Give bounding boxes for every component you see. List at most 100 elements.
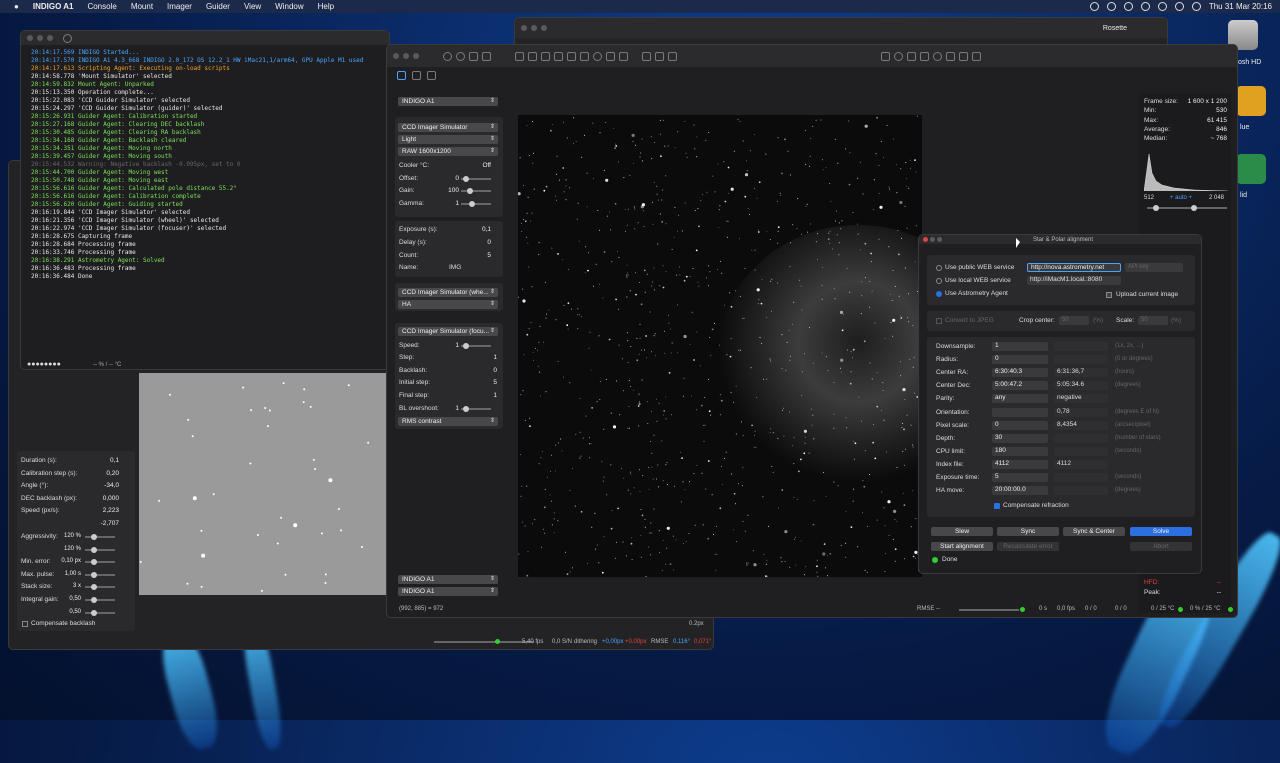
- backlash-value[interactable]: 0: [447, 367, 497, 374]
- pause-icon[interactable]: [554, 51, 563, 61]
- compensate-backlash-checkbox[interactable]: [22, 621, 28, 627]
- name-value[interactable]: IMG: [449, 264, 461, 271]
- gamma-slider[interactable]: [461, 201, 491, 207]
- close-button[interactable]: [27, 35, 33, 41]
- param-input[interactable]: 0: [992, 355, 1048, 365]
- save-icon[interactable]: [528, 51, 537, 61]
- status-icon[interactable]: [1123, 2, 1133, 11]
- eye-icon[interactable]: [593, 51, 602, 61]
- menu-mount[interactable]: Mount: [131, 2, 153, 11]
- prev-icon[interactable]: [642, 51, 651, 61]
- tab-icon[interactable]: [412, 71, 421, 80]
- folder-icon[interactable]: [1236, 86, 1266, 116]
- fit-icon[interactable]: [907, 51, 916, 61]
- param-input[interactable]: [992, 407, 1048, 417]
- param-input[interactable]: 1: [992, 342, 1048, 351]
- guider-slider[interactable]: [85, 546, 115, 553]
- save-icon[interactable]: [606, 51, 615, 61]
- camera-select[interactable]: CCD Imager Simulator: [398, 123, 498, 132]
- abort-button[interactable]: Abort: [1130, 542, 1192, 551]
- calendar-icon[interactable]: [541, 51, 550, 61]
- stop-icon[interactable]: [619, 51, 628, 61]
- guider-slider-value[interactable]: 120 %: [57, 533, 81, 539]
- bottom-server-select[interactable]: INDIGO A1: [398, 587, 498, 596]
- param-input[interactable]: 0: [992, 420, 1048, 430]
- close-button[interactable]: [521, 25, 527, 31]
- param-input[interactable]: 4112: [992, 459, 1048, 469]
- cooler-value[interactable]: Off: [467, 162, 491, 169]
- public-web-radio[interactable]: [936, 265, 942, 271]
- speed-value[interactable]: 1: [445, 342, 459, 349]
- solve-button[interactable]: Solve: [1130, 527, 1192, 536]
- local-web-url[interactable]: http://iMacM1.local.:8080: [1027, 276, 1121, 285]
- menu-window[interactable]: Window: [275, 2, 303, 11]
- menu-view[interactable]: View: [244, 2, 261, 11]
- initial-step-value[interactable]: 5: [447, 379, 497, 386]
- zoom-out-icon[interactable]: [933, 51, 942, 61]
- frame-type-select[interactable]: Light: [398, 135, 498, 144]
- param-input[interactable]: 180: [992, 446, 1048, 456]
- tab-icon[interactable]: [427, 71, 436, 80]
- stop-icon[interactable]: [482, 51, 491, 61]
- mode-select[interactable]: RAW 1600x1200: [398, 147, 498, 156]
- wheel-select[interactable]: CCD Imager Simulator (whe...: [398, 288, 498, 297]
- stop-icon[interactable]: [567, 51, 576, 61]
- app-menu[interactable]: INDIGO A1: [33, 2, 74, 11]
- api-key-input[interactable]: API key: [1125, 263, 1183, 272]
- local-web-radio[interactable]: [936, 278, 942, 284]
- speed-slider[interactable]: [461, 343, 491, 349]
- menu-guider[interactable]: Guider: [206, 2, 230, 11]
- param-input[interactable]: 6:30:40.3: [992, 368, 1048, 378]
- astrometry-agent-radio[interactable]: [936, 291, 942, 297]
- param-input[interactable]: 30: [992, 433, 1048, 443]
- zoom-out-icon[interactable]: [920, 51, 929, 61]
- grid-icon[interactable]: [959, 51, 968, 61]
- preview-icon[interactable]: [443, 51, 452, 61]
- delay-value[interactable]: 0: [447, 239, 491, 246]
- zoom-in-icon[interactable]: [894, 51, 903, 61]
- guider-value[interactable]: 0,1: [79, 457, 119, 464]
- status-icon[interactable]: [1089, 2, 1099, 11]
- guider-slider[interactable]: [85, 534, 115, 540]
- start-alignment-button[interactable]: Start alignment: [931, 542, 993, 551]
- next-icon[interactable]: [655, 51, 664, 61]
- menu-help[interactable]: Help: [318, 2, 334, 11]
- upload-image-checkbox[interactable]: [1106, 292, 1112, 298]
- gamma-value[interactable]: 1: [445, 200, 459, 207]
- zoom-button[interactable]: [47, 35, 53, 41]
- gain-slider[interactable]: [461, 188, 491, 194]
- upload-icon[interactable]: [580, 51, 589, 61]
- contrast-select[interactable]: RMS contrast: [398, 417, 498, 426]
- guider-value[interactable]: 2,223: [79, 507, 119, 514]
- param-input[interactable]: 5:00:47.2: [992, 381, 1048, 391]
- close-button[interactable]: [393, 53, 399, 59]
- param-input[interactable]: 20:00:00.0: [992, 486, 1048, 496]
- minimize-button[interactable]: [37, 35, 43, 41]
- crop-center-input[interactable]: 50: [1059, 316, 1089, 325]
- minimize-button[interactable]: [531, 25, 537, 31]
- server-select[interactable]: INDIGO A1: [398, 97, 498, 106]
- bl-overshoot-value[interactable]: 1: [445, 405, 459, 412]
- crop-icon[interactable]: [469, 51, 478, 61]
- guider-slider-value[interactable]: 0,10 px: [57, 558, 81, 564]
- bl-overshoot-slider[interactable]: [461, 406, 491, 412]
- count-value[interactable]: 5: [447, 252, 491, 259]
- zoom-button[interactable]: [413, 53, 419, 59]
- bottom-server-select[interactable]: INDIGO A1: [398, 575, 498, 584]
- offset-value[interactable]: 0: [445, 175, 459, 182]
- filter-select[interactable]: HA: [398, 300, 498, 309]
- grid-icon[interactable]: [972, 51, 981, 61]
- gain-value[interactable]: 100: [445, 187, 459, 194]
- offset-slider[interactable]: [461, 176, 491, 182]
- sigma-icon[interactable]: [881, 51, 890, 61]
- zoom-button[interactable]: [937, 237, 942, 242]
- param-input[interactable]: 5: [992, 473, 1048, 482]
- guider-slider[interactable]: [85, 597, 115, 603]
- bluetooth-icon[interactable]: [1140, 2, 1150, 11]
- guider-value[interactable]: 0,20: [79, 470, 119, 477]
- sync-button[interactable]: Sync: [997, 527, 1059, 536]
- menu-imager[interactable]: Imager: [167, 2, 192, 11]
- status-icon[interactable]: [1106, 2, 1116, 11]
- control-center-icon[interactable]: [1191, 2, 1201, 11]
- clock[interactable]: Thu 31 Mar 20:16: [1209, 2, 1272, 11]
